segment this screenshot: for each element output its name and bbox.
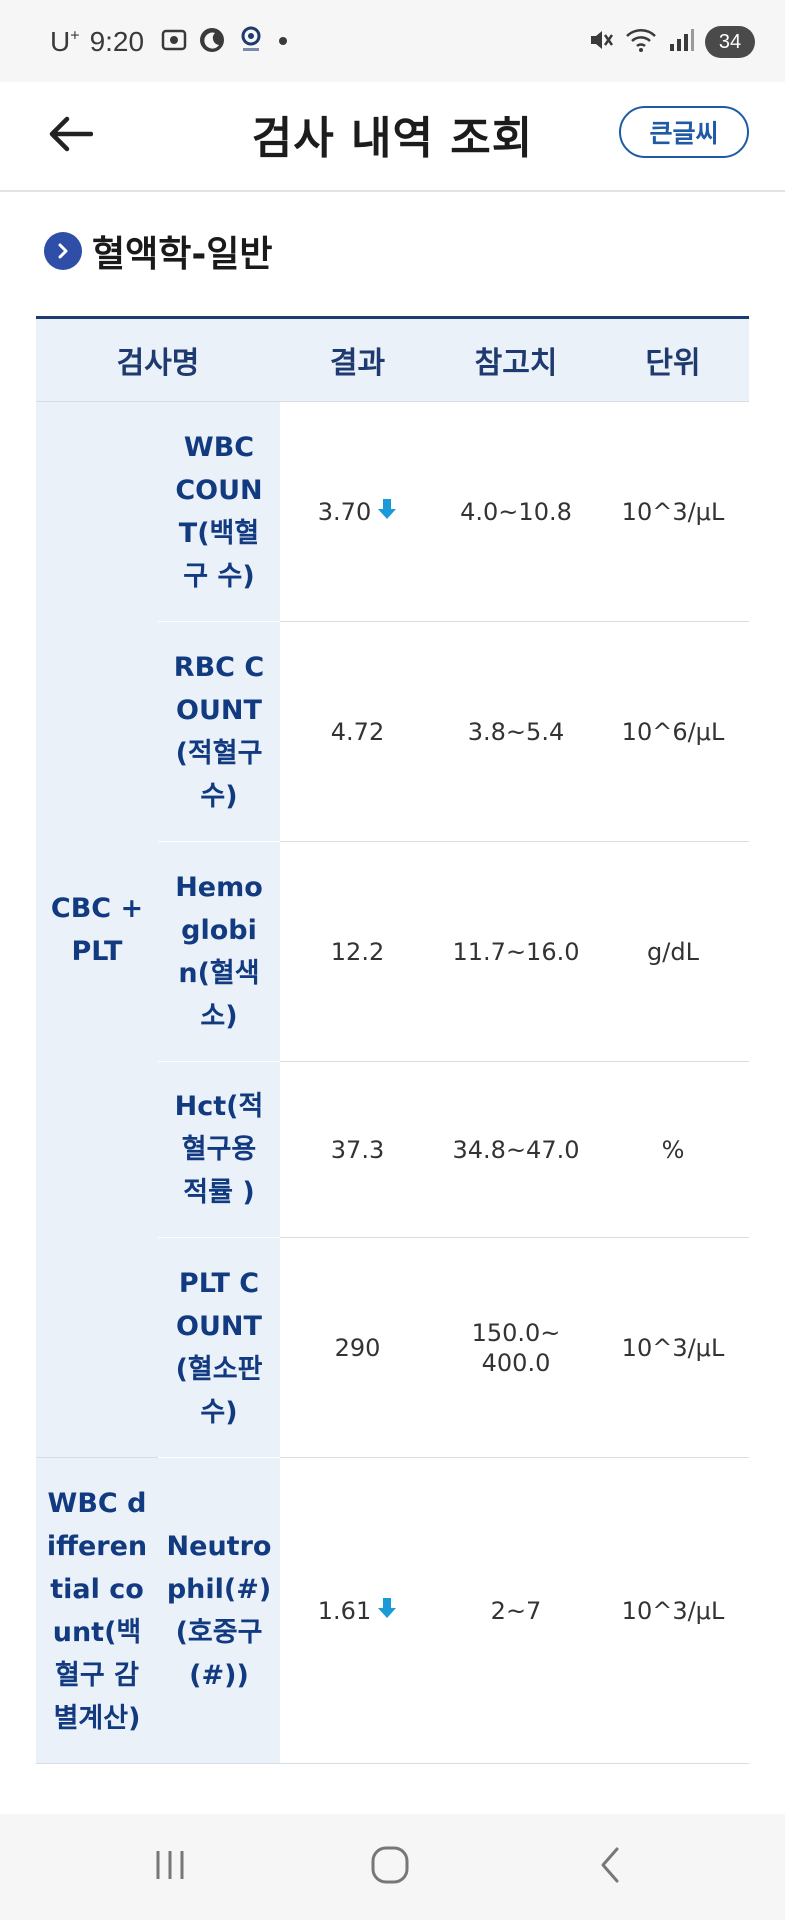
moon-icon: [198, 26, 226, 58]
test-name-cell: WBC COUNT(백혈구 수): [158, 401, 280, 622]
signal-icon: [667, 26, 695, 58]
carrier-label: U+: [50, 26, 80, 57]
chevron-left-icon: [595, 1845, 625, 1889]
unit-cell: 10^3/μL: [597, 401, 749, 622]
reference-cell: 2~7: [435, 1457, 597, 1764]
recent-apps-icon: [150, 1847, 190, 1887]
section-title: 혈액학-일반: [92, 234, 273, 275]
status-bar: U+ 9:20 34: [0, 0, 785, 82]
big-font-button[interactable]: 큰글씨: [619, 106, 749, 158]
reference-cell: 11.7~16.0: [435, 841, 597, 1062]
result-cell: 12.2: [280, 841, 435, 1062]
battery-indicator: 34: [705, 26, 755, 58]
unit-cell: 10^3/μL: [597, 1457, 749, 1764]
chevron-right-icon: [44, 232, 82, 270]
column-header-name: 검사명: [36, 316, 280, 402]
test-name-cell: Neutrophil(#)(호중구(#)): [158, 1457, 280, 1764]
unit-cell: %: [597, 1061, 749, 1238]
unit-cell: g/dL: [597, 841, 749, 1062]
recent-apps-button[interactable]: [140, 1842, 200, 1892]
reference-cell: 34.8~47.0: [435, 1061, 597, 1238]
reference-cell: 4.0~10.8: [435, 401, 597, 622]
unit-cell: 10^6/μL: [597, 621, 749, 842]
clock: 9:20: [89, 26, 145, 57]
dot-icon: [276, 33, 290, 52]
system-nav-bar: [0, 1814, 785, 1920]
unit-cell: 10^3/μL: [597, 1237, 749, 1458]
result-cell: 4.72: [280, 621, 435, 842]
mute-icon: [587, 26, 615, 58]
column-header-result: 결과: [280, 316, 435, 402]
result-cell: 1.61: [280, 1457, 435, 1764]
result-cell: 37.3: [280, 1061, 435, 1238]
group-name-cell: CBC +PLT: [36, 401, 158, 1458]
test-name-cell: PLT COUNT(혈소판 수): [158, 1237, 280, 1458]
table-row: WBC differential count(백혈구 감별계산) Neutrop…: [36, 1457, 749, 1764]
test-name-cell: RBC COUNT(적혈구 수): [158, 621, 280, 842]
app-logo-icon: [236, 25, 266, 59]
arrow-down-icon: [377, 498, 397, 526]
home-button[interactable]: [360, 1842, 420, 1892]
reference-cell: 150.0~ 400.0: [435, 1237, 597, 1458]
test-name-cell: Hemoglobin(혈색소): [158, 841, 280, 1062]
table-header-row: 검사명 결과 참고치 단위: [36, 316, 749, 402]
group-name-cell: WBC differential count(백혈구 감별계산): [36, 1457, 158, 1764]
wifi-icon: [625, 26, 657, 58]
column-header-unit: 단위: [597, 316, 749, 402]
test-name-cell: Hct(적혈구용적률 ): [158, 1061, 280, 1238]
reference-cell: 3.8~5.4: [435, 621, 597, 842]
section-header: 혈액학-일반: [44, 226, 273, 276]
system-back-button[interactable]: [580, 1842, 640, 1892]
column-header-reference: 참고치: [435, 316, 597, 402]
result-table: 검사명 결과 참고치 단위 CBC +PLT WBC COUNT(백혈구 수) …: [36, 316, 749, 1764]
table-row: CBC +PLT WBC COUNT(백혈구 수) 3.70 4.0~10.8 …: [36, 401, 749, 1458]
result-cell: 290: [280, 1237, 435, 1458]
screenshot-icon: [160, 26, 188, 58]
app-header: 검사 내역 조회 큰글씨: [0, 82, 785, 192]
result-cell: 3.70: [280, 401, 435, 622]
arrow-down-icon: [377, 1597, 397, 1625]
home-icon: [370, 1845, 410, 1889]
